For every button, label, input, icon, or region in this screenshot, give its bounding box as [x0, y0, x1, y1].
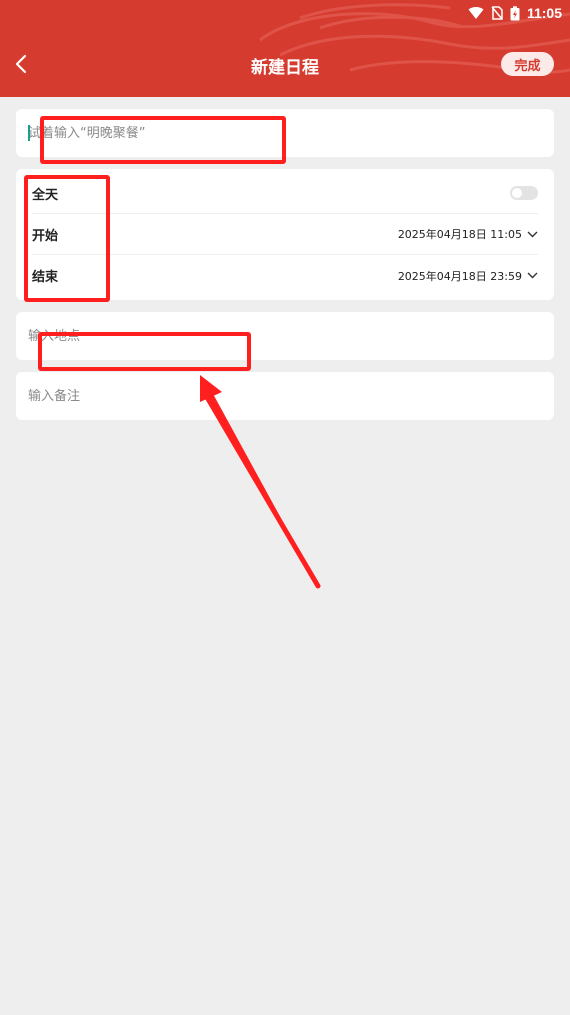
location-input[interactable]: [28, 312, 538, 360]
start-row[interactable]: 开始 2025年04月18日 11:05: [32, 214, 538, 255]
battery-charging-icon: [510, 5, 520, 20]
end-value: 2025年04月18日 23:59: [397, 269, 522, 283]
chevron-down-icon: [527, 231, 538, 237]
end-label: 结束: [32, 270, 59, 285]
start-label: 开始: [32, 228, 59, 244]
end-value-picker[interactable]: 2025年04月18日 23:59: [398, 268, 538, 284]
no-sim-icon: [491, 6, 503, 20]
done-button[interactable]: 完成: [501, 52, 554, 76]
toggle-knob: [512, 188, 522, 198]
text-caret: [28, 125, 30, 141]
note-input[interactable]: [28, 372, 538, 420]
chevron-down-icon: [527, 272, 538, 279]
status-time: 11:05: [526, 5, 562, 21]
all-day-row[interactable]: 全天: [32, 173, 538, 214]
all-day-label: 全天: [32, 187, 59, 203]
status-bar: 11:05: [0, 0, 570, 26]
title-input[interactable]: [28, 109, 538, 157]
all-day-toggle[interactable]: [510, 186, 538, 200]
title-card: [16, 109, 554, 157]
start-value: 2025年04月18日 11:05: [397, 228, 522, 241]
end-row[interactable]: 结束 2025年04月18日 23:59: [32, 255, 538, 296]
note-card: [16, 372, 554, 420]
page-title: 新建日程: [251, 58, 319, 78]
location-card: [16, 312, 554, 360]
header-bar: 11:05 新建日程 完成: [0, 0, 570, 97]
time-card: 全天 开始 2025年04月18日 11:05 结束 2025年04月18日 2…: [16, 169, 554, 300]
wifi-icon: [468, 7, 484, 20]
start-value-picker[interactable]: 2025年04月18日 11:05: [398, 226, 538, 242]
